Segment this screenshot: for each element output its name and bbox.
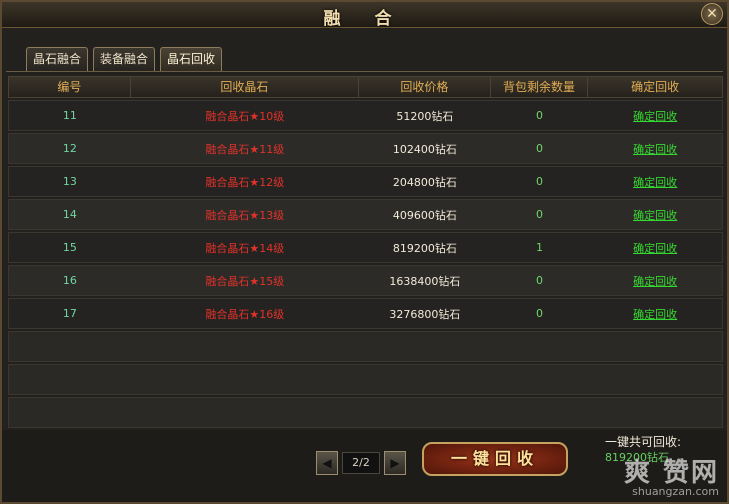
confirm-recycle-link[interactable]: 确定回收 xyxy=(588,207,722,223)
confirm-recycle-link[interactable]: 确定回收 xyxy=(588,108,722,124)
table-row: 15 融合晶石★14级 819200钻石 1 确定回收 xyxy=(8,232,723,263)
row-price: 1638400钻石 xyxy=(389,274,461,288)
next-page-button[interactable]: ▶ xyxy=(384,451,406,475)
row-crystal-name: 融合晶石★13级 xyxy=(205,208,285,222)
empty-row xyxy=(8,364,723,395)
empty-row xyxy=(8,331,723,362)
table-header: 编号 回收晶石 回收价格 背包剩余数量 确定回收 xyxy=(8,76,723,98)
header-price: 回收价格 xyxy=(359,77,491,97)
row-count: 0 xyxy=(536,175,543,188)
confirm-recycle-link[interactable]: 确定回收 xyxy=(588,174,722,190)
summary-label: 一键共可回收: xyxy=(605,435,682,449)
confirm-recycle-link[interactable]: 确定回收 xyxy=(588,240,722,256)
row-id: 11 xyxy=(62,109,77,122)
header-id: 编号 xyxy=(9,77,131,97)
watermark-logo: 爽 赞网 xyxy=(623,458,719,488)
fusion-window: 融 合 ✕ 晶石融合 装备融合 晶石回收 编号 回收晶石 回收价格 背包剩余数量… xyxy=(0,0,729,504)
table-row: 12 融合晶石★11级 102400钻石 0 确定回收 xyxy=(8,133,723,164)
header-action: 确定回收 xyxy=(631,80,680,94)
row-id: 14 xyxy=(62,208,77,221)
header-count: 背包剩余数量 xyxy=(491,77,589,97)
row-id: 12 xyxy=(62,142,77,155)
tab-equipment-fusion[interactable]: 装备融合 xyxy=(93,47,156,71)
row-id: 17 xyxy=(62,307,77,320)
row-price: 3276800钻石 xyxy=(389,307,461,321)
table-row: 16 融合晶石★15级 1638400钻石 0 确定回收 xyxy=(8,265,723,296)
row-count: 1 xyxy=(536,241,543,254)
row-id: 15 xyxy=(62,241,77,254)
close-button[interactable]: ✕ xyxy=(701,3,723,25)
empty-row xyxy=(8,397,723,428)
header-crystal: 回收晶石 xyxy=(131,77,360,97)
window-title: 融 合 xyxy=(323,9,406,29)
row-price: 409600钻石 xyxy=(392,208,457,222)
row-crystal-name: 融合晶石★10级 xyxy=(205,109,285,123)
tab-divider xyxy=(6,71,723,72)
confirm-recycle-link[interactable]: 确定回收 xyxy=(588,273,722,289)
row-price: 51200钻石 xyxy=(396,109,454,123)
row-crystal-name: 融合晶石★11级 xyxy=(205,142,285,156)
one-click-recycle-button[interactable]: 一键回收 xyxy=(422,442,568,476)
tab-bar: 晶石融合 装备融合 晶石回收 xyxy=(26,47,223,71)
row-count: 0 xyxy=(536,307,543,320)
row-price: 204800钻石 xyxy=(392,175,457,189)
title-bar: 融 合 ✕ xyxy=(2,2,727,29)
table-row: 13 融合晶石★12级 204800钻石 0 确定回收 xyxy=(8,166,723,197)
page-indicator: 2/2 xyxy=(342,452,380,474)
row-crystal-name: 融合晶石★16级 xyxy=(205,307,285,321)
row-count: 0 xyxy=(536,274,543,287)
confirm-recycle-link[interactable]: 确定回收 xyxy=(588,306,722,322)
row-crystal-name: 融合晶石★12级 xyxy=(205,175,285,189)
row-crystal-name: 融合晶石★15级 xyxy=(205,274,285,288)
prev-page-button[interactable]: ◀ xyxy=(316,451,338,475)
row-crystal-name: 融合晶石★14级 xyxy=(205,241,285,255)
watermark-url: shuangzan.com xyxy=(632,485,719,498)
site-watermark: 爽 赞网 shuangzan.com xyxy=(624,452,719,498)
tab-crystal-fusion[interactable]: 晶石融合 xyxy=(26,47,89,71)
tab-crystal-recycle[interactable]: 晶石回收 xyxy=(160,47,223,71)
row-count: 0 xyxy=(536,208,543,221)
table-row: 17 融合晶石★16级 3276800钻石 0 确定回收 xyxy=(8,298,723,329)
confirm-recycle-link[interactable]: 确定回收 xyxy=(588,141,722,157)
row-price: 819200钻石 xyxy=(392,241,457,255)
recycle-table: 11 融合晶石★10级 51200钻石 0 确定回收 12 融合晶石★11级 1… xyxy=(8,100,723,430)
pagination: ◀ 2/2 ▶ xyxy=(316,450,406,476)
table-row: 11 融合晶石★10级 51200钻石 0 确定回收 xyxy=(8,100,723,131)
table-row: 14 融合晶石★13级 409600钻石 0 确定回收 xyxy=(8,199,723,230)
row-id: 16 xyxy=(62,274,77,287)
row-price: 102400钻石 xyxy=(392,142,457,156)
row-count: 0 xyxy=(536,142,543,155)
row-id: 13 xyxy=(62,175,77,188)
row-count: 0 xyxy=(536,109,543,122)
